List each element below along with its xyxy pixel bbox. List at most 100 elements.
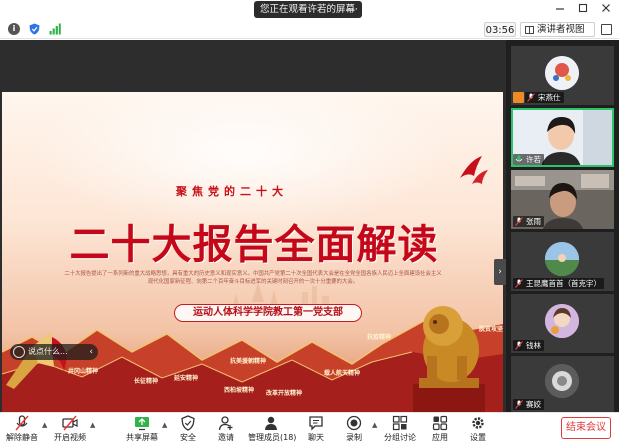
mic-muted-icon [515, 400, 523, 409]
spirit-label: 抗美援朝精神 [230, 358, 267, 365]
comment-placeholder: 说点什么... [28, 347, 68, 356]
apps-label: 应用 [432, 433, 448, 442]
slide-subtitle: 聚焦党的二十大 [176, 185, 288, 198]
chevron-left-icon[interactable]: ‹ [89, 344, 93, 360]
info-icon[interactable]: i [8, 23, 20, 35]
mic-active-icon [515, 155, 523, 162]
apps-icon [432, 415, 448, 431]
start-video-button[interactable]: 开启视频 [50, 415, 90, 444]
participant-name: 张雨 [526, 217, 541, 226]
mic-muted-icon [515, 217, 523, 226]
spirit-label: 载人航天精神 [324, 370, 361, 377]
invite-button[interactable]: 邀请 [206, 415, 246, 444]
chevron-up-icon[interactable]: ▲ [162, 421, 167, 429]
mic-muted-icon [515, 341, 523, 350]
participant-tile[interactable]: 宋燕仕 [511, 46, 614, 105]
participant-tile[interactable]: 王昆鹰首首（首克宇） [511, 232, 614, 291]
avatar-image [545, 56, 579, 90]
participant-tile[interactable]: 钱林 [511, 294, 614, 353]
emoji-icon[interactable] [13, 346, 25, 358]
layout-grid-icon [525, 26, 534, 34]
security-shield-icon[interactable] [29, 23, 40, 35]
screen-share-status-text: 您正在观看许若的屏幕 [260, 4, 356, 15]
participant-name: 宋燕仕 [538, 93, 561, 102]
breakout-rooms-button[interactable]: 分组讨论 [380, 415, 420, 444]
mic-muted-icon [515, 279, 523, 288]
chat-icon [309, 416, 323, 431]
avatar-image [545, 242, 579, 276]
collapse-panel-button[interactable]: › [494, 259, 506, 285]
fullscreen-icon[interactable] [601, 24, 612, 35]
record-icon [346, 415, 362, 431]
participant-name: 许若 [526, 155, 541, 164]
end-meeting-button[interactable]: 结束会议 [561, 417, 611, 439]
participant-tile-speaking[interactable]: 许若 [511, 108, 614, 167]
chevron-up-icon[interactable]: ▲ [42, 421, 47, 429]
settings-button[interactable]: 设置 [458, 415, 498, 444]
spirit-label: 长征精神 [134, 378, 159, 385]
participant-name-tag: 张雨 [513, 216, 544, 227]
record-label: 录制 [346, 433, 362, 442]
shared-screen-stage: 井冈山精神 长征精神 延安精神 西柏坡精神 抗美援朝精神 改革开放精神 载人航天… [0, 40, 506, 412]
spirit-label: 改革开放精神 [266, 390, 303, 397]
participant-name: 赛姣 [526, 400, 541, 409]
members-icon [265, 416, 277, 430]
minimize-button[interactable] [553, 3, 567, 17]
chat-button[interactable]: 聊天 [296, 415, 336, 444]
title-bar: 您正在观看许若的屏幕 ⋯ [0, 0, 619, 20]
security-button[interactable]: 安全 [168, 415, 208, 444]
comment-input[interactable]: 说点什么... ‹ [10, 344, 98, 360]
gear-icon [472, 417, 484, 429]
chat-label: 聊天 [308, 433, 324, 442]
invite-label: 邀请 [218, 433, 234, 442]
more-icon[interactable]: ⋯ [348, 1, 358, 18]
breakout-icon [392, 415, 408, 431]
participant-name-tag: 许若 [513, 154, 544, 165]
security-label: 安全 [180, 433, 196, 442]
breakout-rooms-label: 分组讨论 [384, 433, 416, 442]
slide-glow [32, 92, 452, 232]
participant-name-tag: 钱林 [513, 340, 544, 351]
slide-organizer-banner: 运动人体科学学院教工第一党支部 [174, 304, 362, 322]
close-icon [602, 4, 610, 12]
speaker-view-button[interactable]: 演讲者视图 [520, 22, 595, 37]
camera-off-icon [62, 415, 78, 431]
stone-lion-decoration [413, 306, 485, 412]
host-badge-icon [513, 92, 524, 103]
participant-name-tag: 王昆鹰首首（首克宇） [513, 278, 604, 289]
participant-tile[interactable]: 赛姣 [511, 356, 614, 412]
record-button[interactable]: 录制 [334, 415, 374, 444]
slide-main-title: 二十大报告全面解读 [69, 222, 439, 268]
screen-share-status[interactable]: 您正在观看许若的屏幕 ⋯ [254, 1, 362, 18]
manage-members-button[interactable]: 管理成员(18) [248, 415, 296, 444]
participant-name: 王昆鹰首首（首克宇） [526, 279, 601, 288]
chevron-up-icon[interactable]: ▲ [90, 421, 95, 429]
share-screen-button[interactable]: 共享屏幕 [122, 415, 162, 444]
avatar [545, 304, 579, 338]
participant-name-tag: 宋燕仕 [525, 92, 564, 103]
participant-tile[interactable]: 张雨 [511, 170, 614, 229]
close-button[interactable] [599, 3, 613, 17]
invite-icon [218, 416, 233, 431]
meeting-toolbar: 解除静音 ▲ 开启视频 ▲ 共享屏幕 ▲ 安全 邀请 管理成员(18) 聊天 录… [0, 412, 619, 444]
avatar [545, 364, 579, 398]
mic-muted-icon [527, 93, 535, 102]
slide-paragraph: 二十大报告提出了一系列新的重大战略思想，具有重大的历史意义和现实意义。中国共产党… [64, 271, 442, 285]
unmute-button[interactable]: 解除静音 [2, 415, 42, 444]
share-screen-label: 共享屏幕 [126, 433, 158, 442]
doves-decoration [460, 156, 488, 184]
settings-label: 设置 [470, 433, 486, 442]
maximize-button[interactable] [576, 3, 590, 17]
start-video-label: 开启视频 [54, 433, 86, 442]
apps-button[interactable]: 应用 [420, 415, 460, 444]
avatar [545, 242, 579, 276]
chevron-up-icon[interactable]: ▲ [372, 421, 377, 429]
mic-muted-icon [15, 415, 29, 431]
network-signal-icon[interactable] [49, 23, 61, 35]
maximize-icon [578, 3, 588, 13]
avatar-image [545, 364, 579, 398]
avatar-image [545, 304, 579, 338]
avatar [545, 56, 579, 90]
meeting-info-bar: i 03:56 演讲者视图 [0, 20, 619, 39]
meeting-timer: 03:56 [484, 22, 516, 37]
